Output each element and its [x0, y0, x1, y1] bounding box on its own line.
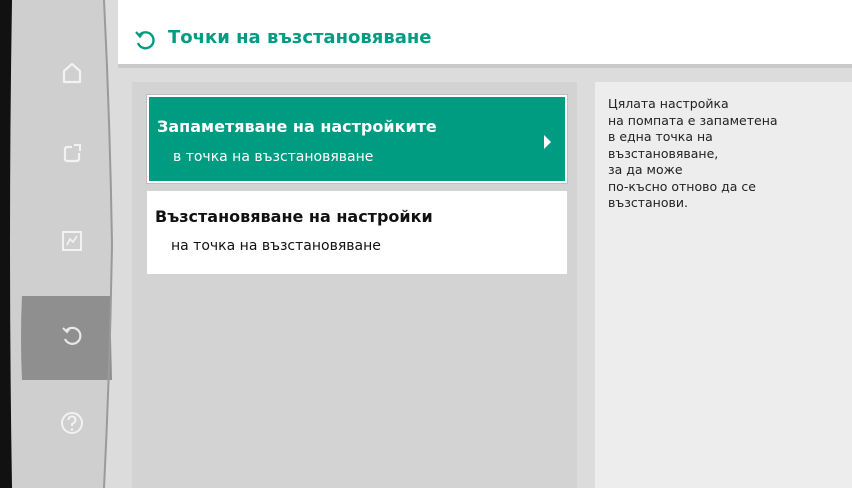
info-text: Цялата настройка на помпата е запаметена… [608, 96, 778, 210]
sidebar-item-home[interactable] [42, 50, 102, 100]
sidebar-item-diagnostics[interactable] [42, 218, 102, 268]
sidebar-item-help[interactable] [42, 400, 102, 450]
restore-icon [133, 28, 157, 56]
restore-settings-menu-item[interactable]: Възстановяване на настройки на точка на … [147, 191, 567, 274]
settings-icon [61, 143, 83, 169]
menu-item-title: Запаметяване на настройките [157, 117, 437, 136]
page-title: Точки на възстановяване [168, 27, 432, 48]
menu-item-subtitle: на точка на възстановяване [171, 238, 381, 254]
chevron-right-icon [544, 135, 551, 149]
menu-item-title: Възстановяване на настройки [155, 207, 433, 226]
diagnostics-icon [60, 229, 84, 257]
home-icon [61, 61, 83, 89]
help-icon [59, 410, 85, 440]
sidebar-item-restore[interactable] [42, 313, 102, 363]
menu-item-subtitle: в точка на възстановяване [173, 149, 374, 165]
sidebar-item-settings[interactable] [42, 131, 102, 181]
save-settings-menu-item[interactable]: Запаметяване на настройките в точка на в… [147, 95, 567, 183]
header-divider [118, 64, 852, 68]
restore-icon [60, 324, 84, 352]
